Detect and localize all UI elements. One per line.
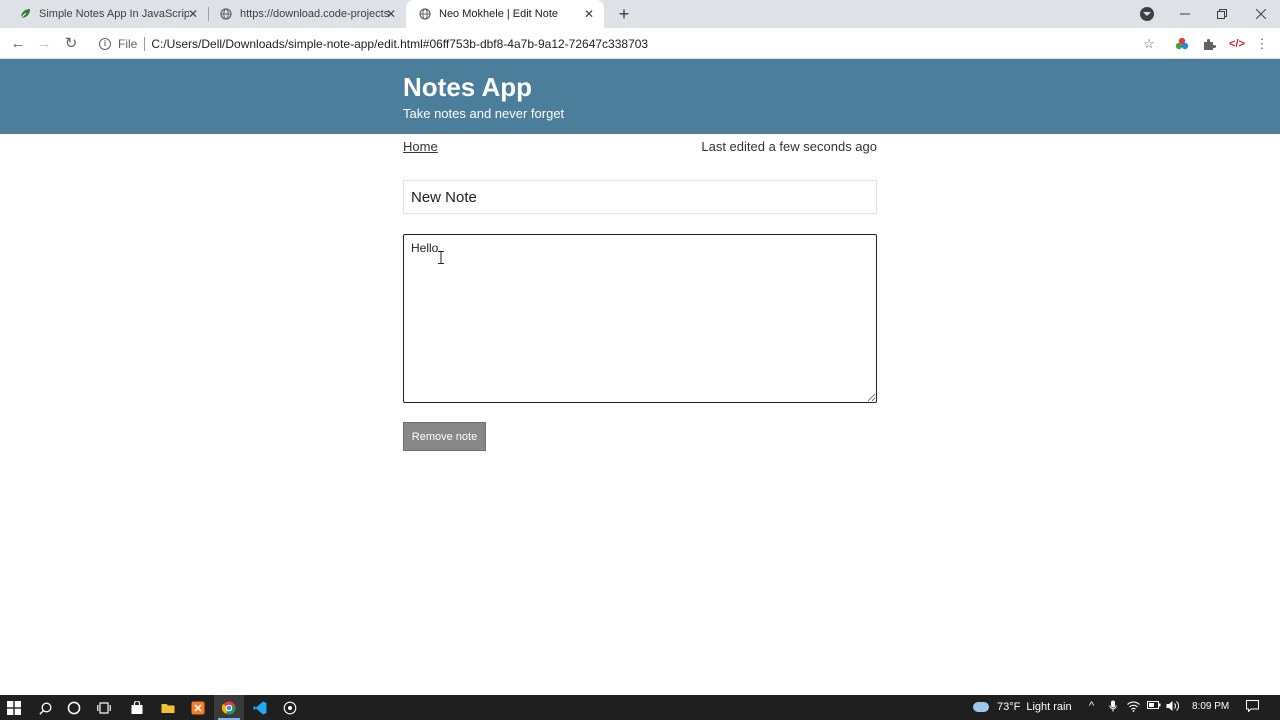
windows-start-icon[interactable] — [5, 699, 23, 717]
chrome-icon[interactable] — [220, 699, 238, 717]
close-tab-icon[interactable]: ✕ — [384, 7, 398, 21]
xampp-icon[interactable] — [189, 699, 207, 717]
tab-search-icon[interactable] — [1140, 7, 1154, 21]
search-icon[interactable] — [36, 699, 54, 717]
app-header: Notes App Take notes and never forget — [0, 59, 1280, 134]
tab-title: Simple Notes App In JavaScript W — [39, 8, 189, 20]
note-title-input[interactable] — [403, 180, 877, 214]
app-title: Notes App — [403, 72, 533, 102]
site-info-icon[interactable]: i — [99, 37, 111, 50]
chevron-up-icon[interactable]: ^ — [1089, 700, 1094, 712]
menu-kebab-icon[interactable]: ⋮ — [1254, 36, 1270, 52]
note-body-textarea[interactable]: Hello — [403, 234, 877, 403]
vscode-icon[interactable] — [251, 699, 269, 717]
file-explorer-icon[interactable] — [159, 699, 177, 717]
task-view-icon[interactable] — [95, 699, 113, 717]
tab-strip: Simple Notes App In JavaScript W ✕ https… — [0, 0, 1280, 28]
back-icon[interactable]: ← — [8, 34, 28, 54]
leaf-icon — [18, 7, 32, 21]
windows-taskbar: 73°F Light rain ^ 8:09 PM — [0, 695, 1280, 720]
notification-center-icon[interactable] — [1246, 700, 1259, 715]
globe-icon — [418, 7, 432, 21]
close-tab-icon[interactable]: ✕ — [186, 7, 200, 21]
minimize-icon[interactable] — [1166, 0, 1204, 28]
code-extension-icon[interactable]: </> — [1227, 36, 1247, 52]
remove-note-button[interactable]: Remove note — [403, 422, 486, 451]
microphone-icon[interactable] — [1109, 700, 1117, 715]
text-cursor-icon — [437, 251, 445, 264]
address-divider — [144, 36, 146, 51]
address-url[interactable]: C:/Users/Dell/Downloads/simple-note-app/… — [151, 37, 648, 51]
volume-icon[interactable] — [1166, 700, 1180, 715]
battery-icon[interactable] — [1147, 700, 1161, 713]
forward-icon[interactable]: → — [34, 34, 54, 54]
cortana-icon[interactable] — [65, 699, 83, 717]
restore-icon[interactable] — [1203, 0, 1241, 28]
reload-icon[interactable]: ↻ — [61, 34, 81, 54]
address-scheme-label: File — [118, 36, 138, 51]
cloud-rain-icon — [973, 702, 989, 712]
bookmark-star-icon[interactable]: ☆ — [1141, 36, 1157, 52]
tab-code-projects-download[interactable]: https://download.code-projects.o ✕ — [209, 0, 406, 28]
browser-toolbar: ← → ↻ i File C:/Users/Dell/Downloads/sim… — [0, 28, 1280, 59]
tab-title: https://download.code-projects.o — [240, 8, 390, 20]
globe-icon — [219, 7, 233, 21]
weather-widget[interactable]: 73°F Light rain — [973, 701, 1072, 713]
home-link[interactable]: Home — [403, 139, 438, 154]
tab-edit-note[interactable]: Neo Mokhele | Edit Note ✕ — [406, 0, 604, 28]
new-tab-icon[interactable]: + — [614, 4, 634, 24]
taskbar-clock[interactable]: 8:09 PM — [1192, 701, 1229, 712]
last-edited-status: Last edited a few seconds ago — [701, 139, 877, 154]
store-icon[interactable] — [128, 699, 146, 717]
close-tab-icon[interactable]: ✕ — [582, 7, 596, 21]
wifi-icon[interactable] — [1127, 700, 1140, 715]
close-window-icon[interactable] — [1242, 0, 1280, 28]
tab-title: Neo Mokhele | Edit Note — [439, 8, 559, 20]
tab-simple-notes-app[interactable]: Simple Notes App In JavaScript W ✕ — [8, 0, 208, 28]
settings-app-icon[interactable] — [281, 699, 299, 717]
weather-condition: Light rain — [1026, 701, 1072, 713]
extensions-puzzle-icon[interactable] — [1201, 36, 1217, 52]
app-subtitle: Take notes and never forget — [403, 106, 565, 121]
weather-temperature: 73°F — [997, 701, 1021, 713]
colorful-extension-icon[interactable] — [1174, 36, 1190, 52]
address-bar[interactable]: i File C:/Users/Dell/Downloads/simple-no… — [88, 31, 1163, 56]
